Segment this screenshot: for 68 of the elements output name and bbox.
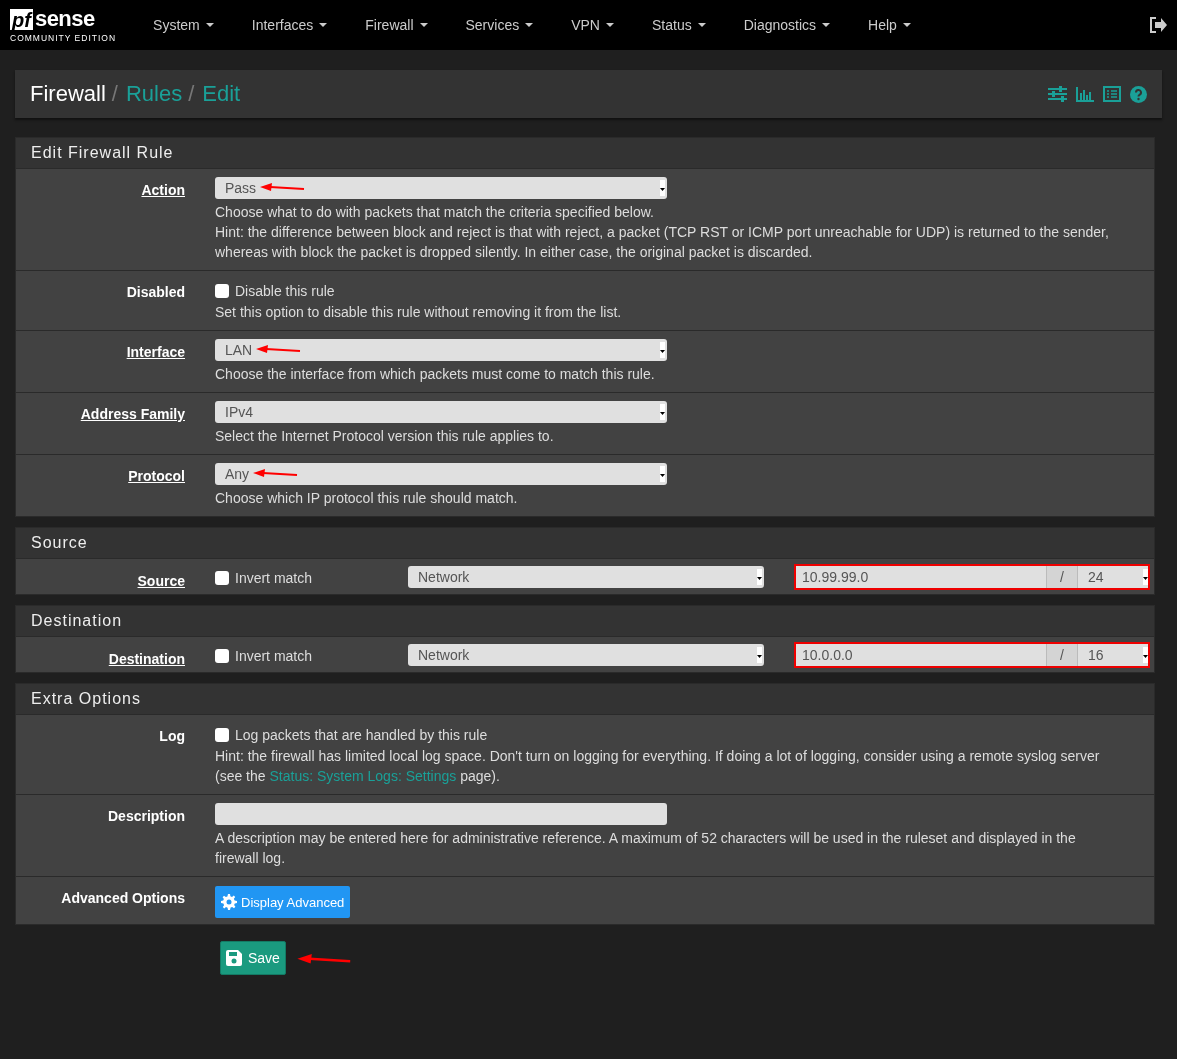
breadcrumb-separator: / [188, 81, 195, 107]
checkbox-label: Log packets that are handled by this rule [235, 727, 488, 743]
select-dropdown[interactable]: Any [215, 463, 667, 485]
select-dropdown[interactable]: LAN [215, 339, 667, 361]
caret-icon [660, 180, 665, 196]
nav-menu-item[interactable]: Interfaces [232, 17, 347, 33]
nav-menu-item[interactable]: Diagnostics [724, 17, 850, 33]
display-advanced-button[interactable]: Display Advanced [215, 886, 351, 918]
help-text: A description may be entered here for administrative reference. A maximum of 52 characters will be used in the ruleset and displayed in the firewall log. [215, 829, 1077, 868]
section-title: Source [16, 528, 1154, 558]
section-title: Edit Firewall Rule [16, 138, 1154, 168]
field-label-link[interactable]: Source [137, 573, 185, 589]
nav-menu-item[interactable]: Firewall [346, 17, 447, 33]
field-label-link[interactable]: Protocol [128, 468, 185, 484]
field-label: Advanced Options [61, 890, 185, 906]
checkbox[interactable] [215, 649, 229, 663]
logout-icon[interactable] [1149, 17, 1167, 33]
save-button[interactable]: Save [220, 941, 286, 975]
select-dropdown[interactable]: Network [408, 566, 764, 588]
checkbox-label: Invert match [235, 648, 313, 664]
help-text: Choose what to do with packets that match the criteria specified below. [215, 203, 655, 222]
nav-menu-item[interactable]: Help [849, 17, 930, 33]
help-icon[interactable] [1130, 85, 1147, 103]
breadcrumb-separator: / [111, 81, 118, 107]
logo-subtitle: COMMUNITY EDITION [10, 32, 117, 43]
list-icon[interactable] [1103, 86, 1121, 102]
nav-menu-item[interactable]: VPN [552, 17, 633, 33]
section-title: Extra Options [16, 684, 1154, 714]
select-dropdown[interactable]: Pass [215, 177, 667, 199]
nav-menu-item[interactable]: System [134, 17, 233, 33]
caret-icon [660, 342, 665, 358]
breadcrumb-link[interactable]: Rules [125, 81, 183, 107]
caret-icon [660, 404, 665, 420]
checkbox-label: Invert match [235, 570, 313, 586]
help-text: Choose the interface from which packets must come to match this rule. [215, 365, 656, 384]
breadcrumb-link[interactable]: Edit [202, 81, 241, 107]
field-label-link[interactable]: Interface [126, 344, 185, 360]
checkbox[interactable] [215, 571, 229, 585]
sliders-icon[interactable] [1048, 86, 1067, 102]
help-text: Hint: the firewall has limited local log space. Don't turn on logging for everything. If doing a lot of logging, consider using a remote syslog server (see the Status: System Logs: Settings page). [215, 747, 1101, 786]
checkbox[interactable] [215, 728, 229, 742]
checkbox-label: Disable this rule [235, 283, 335, 299]
help-text: Hint: the difference between block and reject is that with reject, a packet (TCP RST or ICMP port unreachable for UDP) is returned to the sender, whereas with block the packet is dropped silently. In either case, the original packet is discarded. [215, 223, 1110, 262]
settings-link[interactable]: Status: System Logs: Settings [269, 768, 457, 784]
logo-text: sense [34, 7, 95, 30]
checkbox[interactable] [215, 284, 229, 298]
field-label-link[interactable]: Address Family [80, 406, 185, 422]
logo-mark: pf [10, 8, 33, 30]
field-label-link[interactable]: Action [141, 182, 185, 198]
caret-icon [757, 569, 762, 585]
select-dropdown[interactable]: Network [408, 644, 764, 666]
field-label-link[interactable]: Destination [108, 651, 185, 667]
bar-chart-icon[interactable] [1076, 86, 1094, 102]
help-text: Choose which IP protocol this rule should match. [215, 489, 519, 508]
nav-menu-item[interactable]: Services [446, 17, 553, 33]
help-text: Set this option to disable this rule without removing it from the list. [215, 303, 623, 322]
section-title: Destination [16, 606, 1154, 636]
field-label: Disabled [126, 284, 185, 300]
breadcrumb-item: Firewall [30, 81, 106, 107]
field-label: Log [159, 728, 185, 744]
caret-icon [660, 466, 665, 482]
description-field[interactable] [215, 803, 667, 825]
gear-icon [221, 894, 237, 910]
nav-menu-item[interactable]: Status [633, 17, 725, 33]
field-label: Description [108, 808, 185, 824]
help-text: Select the Internet Protocol version this rule applies to. [215, 427, 555, 446]
select-dropdown[interactable]: IPv4 [215, 401, 667, 423]
caret-icon [757, 647, 762, 663]
